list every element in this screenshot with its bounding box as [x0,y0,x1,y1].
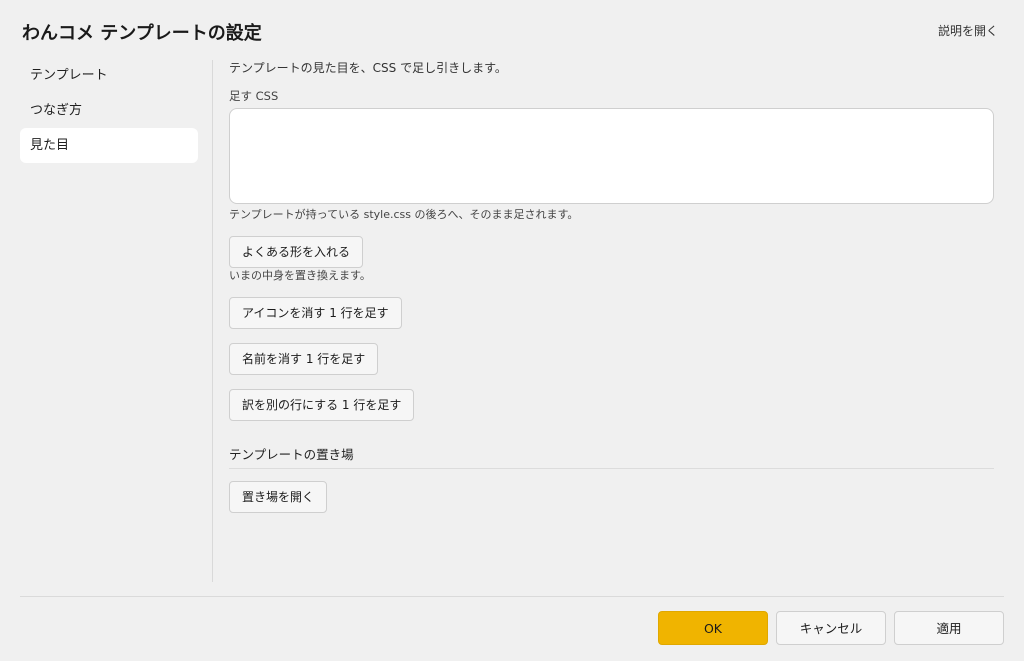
cancel-button[interactable]: キャンセル [776,611,886,645]
insert-preset-button[interactable]: よくある形を入れる [229,236,364,268]
preset-note: いまの中身を置き換えます。 [229,269,371,282]
css-input[interactable] [229,108,994,204]
snippet-row-3: 訳を別の行にする 1 行を足す [229,389,994,421]
preset-row: よくある形を入れる [229,236,994,268]
sidebar-item-appearance[interactable]: 見た目 [20,128,198,163]
add-translation-line-button[interactable]: 訳を別の行にする 1 行を足す [229,389,415,421]
css-field-note: テンプレートが持っている style.css の後ろへ、そのまま足されます。 [229,208,579,221]
apply-button[interactable]: 適用 [894,611,1004,645]
folder-row: 置き場を開く [229,481,994,513]
sidebar-item-connection[interactable]: つなぎ方 [20,93,198,128]
css-field-label: 足す CSS [229,89,279,103]
main-content: テンプレートの見た目を、CSS で足し引きします。 足す CSS テンプレートが… [229,60,994,513]
snippet-row-1: アイコンを消す 1 行を足す [229,297,994,329]
help-link[interactable]: 説明を開く [938,22,998,39]
page-title: わんコメ テンプレートの設定 [22,23,262,44]
add-hide-icon-line-button[interactable]: アイコンを消す 1 行を足す [229,297,402,329]
sidebar-item-template[interactable]: テンプレート [20,58,198,93]
sidebar: テンプレート つなぎ方 見た目 [20,58,198,163]
add-hide-name-line-button[interactable]: 名前を消す 1 行を足す [229,343,379,375]
folder-section-title: テンプレートの置き場 [229,446,994,469]
footer-divider [20,596,1004,597]
snippet-row-2: 名前を消す 1 行を足す [229,343,994,375]
open-folder-button[interactable]: 置き場を開く [229,481,328,513]
sidebar-divider [212,60,213,582]
ok-button[interactable]: OK [658,611,768,645]
intro-text: テンプレートの見た目を、CSS で足し引きします。 [229,61,507,75]
